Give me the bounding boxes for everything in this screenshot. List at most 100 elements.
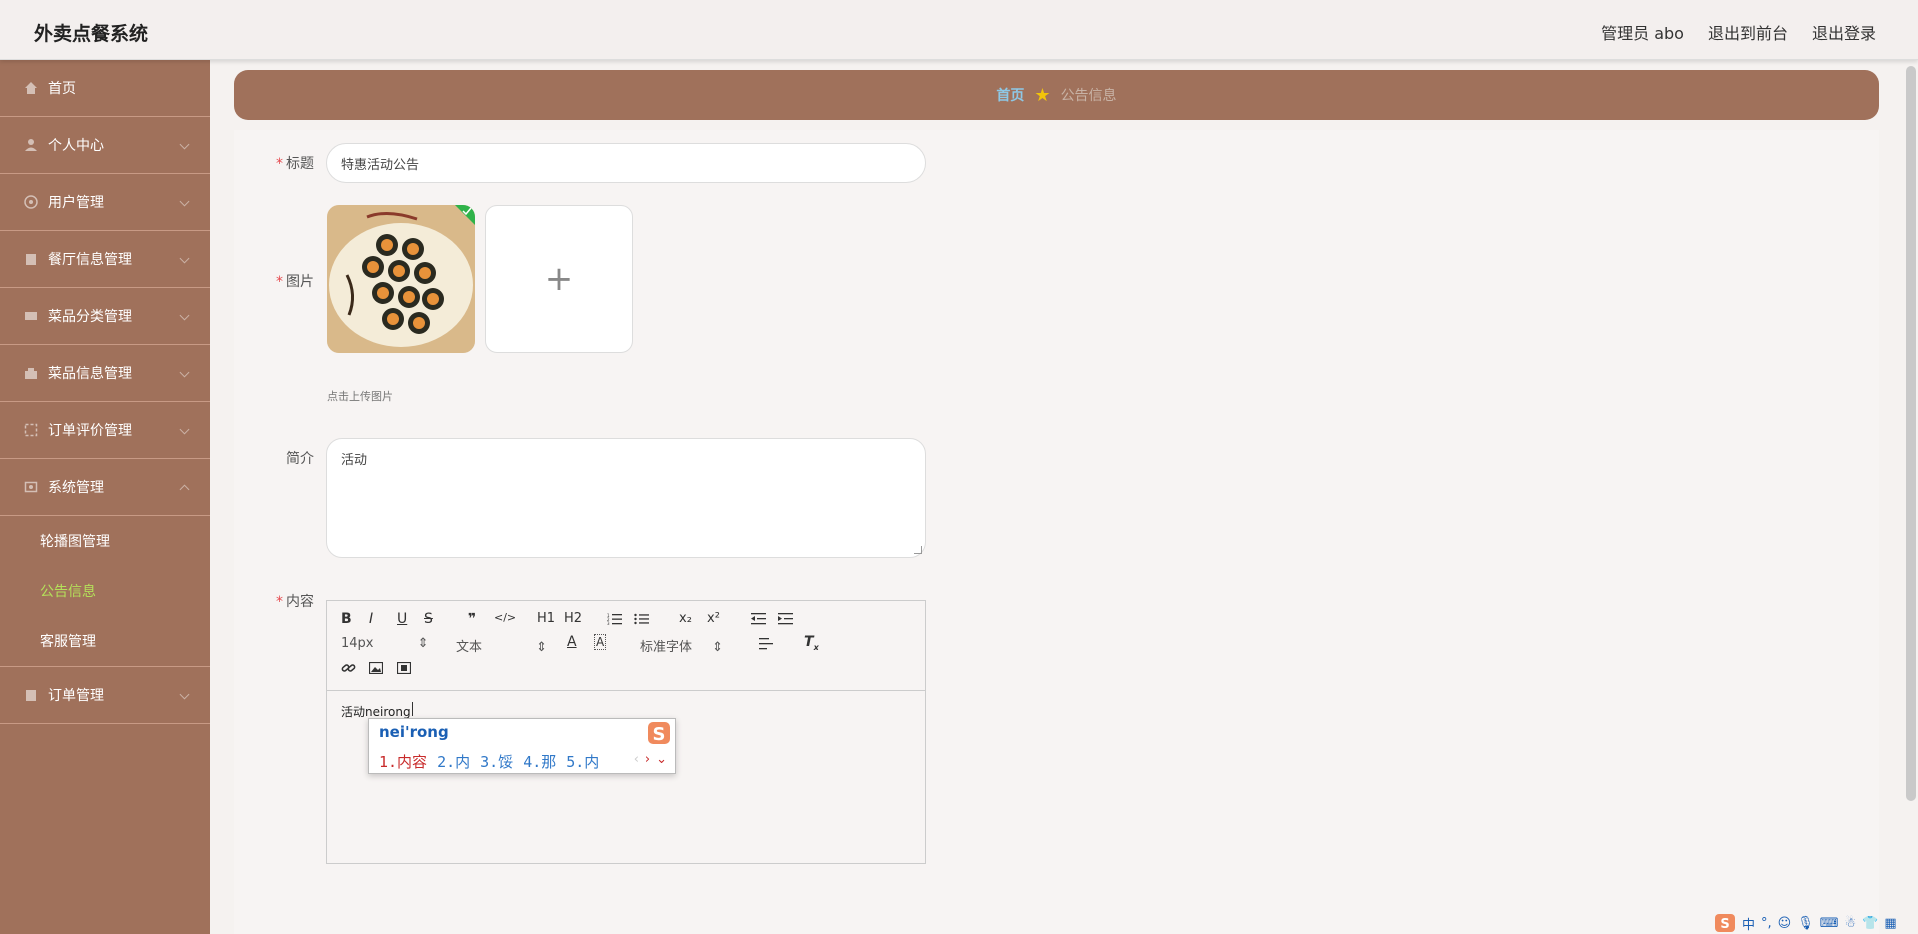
sidebar-item-restaurant[interactable]: 餐厅信息管理 [0,231,210,288]
upload-hint: 点击上传图片 [327,390,393,403]
skin-icon[interactable]: 👕 [1862,916,1878,931]
submenu-item-announcements[interactable]: 公告信息 [0,566,210,616]
emoji-icon[interactable]: ☺ [1778,916,1792,931]
image-icon[interactable] [369,662,383,674]
dish-icon [25,368,37,379]
order-icon [26,690,36,701]
breadcrumb-home[interactable]: 首页 [996,85,1024,105]
app-title: 外卖点餐系统 [34,23,149,45]
submenu-item-carousel[interactable]: 轮播图管理 [0,516,210,566]
sidebar-item-category[interactable]: 菜品分类管理 [0,288,210,345]
submenu-item-customer-service[interactable]: 客服管理 [0,616,210,666]
resize-handle[interactable] [914,546,922,554]
svg-text:S: S [1720,917,1729,932]
chevron-down-icon [179,310,190,321]
chevron-down-icon[interactable]: ⌄ [656,752,667,767]
chevron-down-icon [179,196,190,207]
video-icon[interactable] [397,662,411,674]
ime-candidate[interactable]: 4.那 [523,751,556,772]
sogou-tray-icon[interactable]: S [1714,913,1736,933]
select-arrows-icon: ⇕ [536,640,548,655]
content-label: * 内容 [234,591,314,611]
align-left-icon[interactable] [759,638,774,650]
bold-button[interactable]: B [341,611,352,627]
breadcrumb: 首页 ★ 公告信息 [234,70,1879,120]
microphone-icon[interactable]: 🎙 [1797,916,1814,931]
sidebar-item-label: 个人中心 [48,138,104,154]
italic-button[interactable]: I [369,611,373,627]
admin-user-label[interactable]: 管理员 abo [1601,20,1684,44]
ime-candidate[interactable]: 2.内 [437,751,470,772]
chevron-right-icon[interactable]: › [645,752,650,767]
format-select[interactable]: 文本 ⇕ [456,636,547,655]
sidebar-item-orders[interactable]: 订单管理 [0,667,210,724]
clear-format-icon[interactable]: Tx [804,634,819,652]
main-content: 首页 ★ 公告信息 * 标题 特惠活动公告 * 图片 + 点击上传图片 简介 活… [234,70,1879,934]
ime-candidate[interactable]: 1.内容 [379,751,427,772]
font-family-value: 标准字体 [640,640,693,655]
ordered-list-icon[interactable]: 123 [607,613,622,625]
exit-to-frontend-link[interactable]: 退出到前台 [1708,20,1788,44]
background-color-icon[interactable]: A [594,634,607,650]
uploaded-image-thumbnail[interactable] [327,205,475,353]
sidebar-item-users[interactable]: 用户管理 [0,174,210,231]
chevron-down-icon [179,689,190,700]
sidebar-item-label: 用户管理 [48,195,104,211]
editor-toolbar: B I U S ❞ </> H1 H2 123 x₂ x² 14px ⇕ 文本 … [327,601,925,691]
sidebar-item-dishes[interactable]: 菜品信息管理 [0,345,210,402]
font-family-select[interactable]: 标准字体 ⇕ [640,636,723,655]
indent-icon[interactable] [778,613,793,625]
keyboard-icon[interactable]: ⌨ [1820,916,1839,931]
required-mark: * [276,274,283,290]
user-avatar-icon[interactable]: ☃ [1845,916,1857,931]
plus-icon: + [544,259,574,299]
strike-button[interactable]: S [424,611,433,627]
sidebar-item-home[interactable]: 首页 [0,60,210,117]
bullet-list-icon[interactable] [634,613,649,625]
intro-textarea[interactable]: 活动 [326,438,926,558]
underline-button[interactable]: U [397,611,407,627]
ime-nav: ‹ › ⌄ [634,752,667,767]
font-color-icon[interactable]: A [567,634,577,650]
sidebar-item-label: 订单管理 [48,688,104,704]
svg-text:3: 3 [607,621,610,625]
superscript-button[interactable]: x² [707,611,720,626]
ime-candidates: 1.内容 2.内 3.馁 4.那 5.内 [379,751,599,772]
heading1-button[interactable]: H1 [537,611,555,626]
chinese-mode-indicator[interactable]: 中 [1742,914,1755,933]
sidebar-item-label: 订单评价管理 [48,423,132,439]
punctuation-icon[interactable]: °, [1761,916,1772,931]
chevron-down-icon [179,253,190,264]
intro-label: 简介 [286,451,314,467]
format-value: 文本 [456,640,483,655]
blockquote-button[interactable]: ❞ [468,611,476,627]
title-input[interactable]: 特惠活动公告 [326,143,926,183]
outdent-icon[interactable] [751,613,766,625]
link-icon[interactable] [341,661,356,675]
sidebar-item-label: 首页 [48,81,76,97]
ime-candidate[interactable]: 3.馁 [480,751,513,772]
sidebar-item-profile[interactable]: 个人中心 [0,117,210,174]
heading2-button[interactable]: H2 [564,611,582,626]
editor-content-area[interactable]: 活动neirong [327,691,925,864]
user-icon [25,139,37,151]
toolbox-icon[interactable]: ▦ [1884,916,1896,931]
sidebar-item-system[interactable]: 系统管理 [0,459,210,516]
chevron-down-icon [179,367,190,378]
select-arrows-icon: ⇕ [712,640,724,655]
page-scrollbar[interactable] [1906,66,1916,801]
star-icon: ★ [1034,84,1051,106]
upload-image-button[interactable]: + [485,205,633,353]
font-size-select[interactable]: 14px ⇕ [341,636,429,651]
sidebar-item-reviews[interactable]: 订单评价管理 [0,402,210,459]
subscript-button[interactable]: x₂ [679,611,692,626]
text-cursor [412,702,413,716]
ime-candidate[interactable]: 5.内 [566,751,599,772]
chevron-left-icon[interactable]: ‹ [634,752,639,767]
title-label-text: 标题 [286,156,314,172]
system-submenu: 轮播图管理 公告信息 客服管理 [0,516,210,667]
code-block-button[interactable]: </> [494,611,516,624]
chevron-down-icon [179,424,190,435]
logout-link[interactable]: 退出登录 [1812,20,1876,44]
content-label-text: 内容 [286,594,314,610]
